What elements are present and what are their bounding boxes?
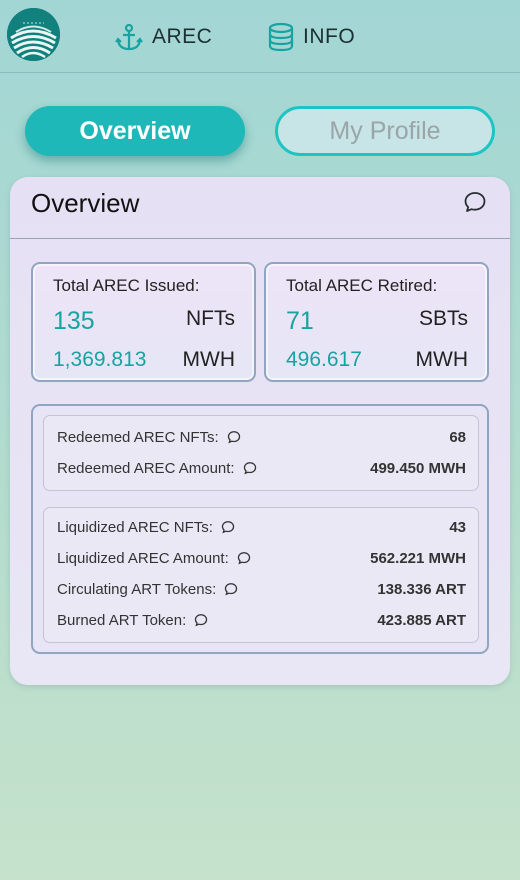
arec-logo[interactable] [7,8,60,61]
database-icon [268,22,294,52]
issued-amount: 1,369.813 [53,348,147,371]
top-navigation-bar: AREC INFO [0,0,520,73]
chat-bubble-icon[interactable] [224,582,238,596]
anchor-icon [115,23,143,51]
redeemed-section: Redeemed AREC NFTs: 68 Redeemed AREC Amo… [43,415,479,491]
liquidized-amount-label: Liquidized AREC Amount: [57,549,229,567]
arec-logo-icon [7,8,60,61]
retired-count-unit: SBTs [418,307,468,330]
nav-arec-label: AREC [152,25,213,48]
chat-bubble-icon[interactable] [221,520,235,534]
redeemed-amount-row: Redeemed AREC Amount: 499.450 MWH [57,457,466,479]
redeemed-nfts-label: Redeemed AREC NFTs: [57,428,219,446]
chat-bubble-icon[interactable] [463,190,487,214]
issued-count-unit: NFTs [186,307,235,330]
chat-bubble-icon[interactable] [237,551,251,565]
chat-bubble-icon[interactable] [227,430,241,444]
liquidized-section: Liquidized AREC NFTs: 43 Liquidized AREC… [43,507,479,643]
nav-info[interactable]: INFO [267,22,355,52]
liquidized-nfts-row: Liquidized AREC NFTs: 43 [57,516,466,538]
overview-title: Overview [31,188,140,218]
arec-details-panel: Redeemed AREC NFTs: 68 Redeemed AREC Amo… [31,404,489,654]
retired-count: 71 [286,307,314,335]
total-arec-issued-box: Total AREC Issued: 135 NFTs 1,369.813 MW… [31,262,256,382]
nav-info-label: INFO [303,25,356,48]
issued-label: Total AREC Issued: [53,276,200,295]
liquidized-amount-value: 562.221 MWH [370,549,466,567]
burned-art-row: Burned ART Token: 423.885 ART [57,609,466,631]
burned-art-value: 423.885 ART [377,611,466,629]
burned-art-label: Burned ART Token: [57,611,187,629]
retired-amount-unit: MWH [415,348,468,371]
nav-arec[interactable]: AREC [114,22,212,52]
retired-amount: 496.617 [286,348,362,371]
chat-bubble-icon[interactable] [194,613,208,627]
redeemed-nfts-value: 68 [449,428,466,446]
total-arec-retired-box: Total AREC Retired: 71 SBTs 496.617 MWH [264,262,489,382]
liquidized-nfts-label: Liquidized AREC NFTs: [57,518,213,536]
circulating-art-row: Circulating ART Tokens: 138.336 ART [57,578,466,600]
liquidized-amount-row: Liquidized AREC Amount: 562.221 MWH [57,547,466,569]
issued-count: 135 [53,307,95,335]
tab-overview[interactable]: Overview [25,106,245,156]
circulating-art-label: Circulating ART Tokens: [57,580,217,598]
tab-my-profile[interactable]: My Profile [275,106,495,156]
redeemed-amount-value: 499.450 MWH [370,459,466,477]
redeemed-nfts-row: Redeemed AREC NFTs: 68 [57,426,466,448]
liquidized-nfts-value: 43 [449,518,466,536]
overview-card-header: Overview [10,177,510,239]
chat-bubble-icon[interactable] [243,461,257,475]
retired-label: Total AREC Retired: [286,276,438,295]
redeemed-amount-label: Redeemed AREC Amount: [57,459,235,477]
circulating-art-value: 138.336 ART [377,580,466,598]
overview-card: Overview Total AREC Issued: 135 NFTs 1,3… [10,177,510,685]
issued-amount-unit: MWH [182,348,235,371]
